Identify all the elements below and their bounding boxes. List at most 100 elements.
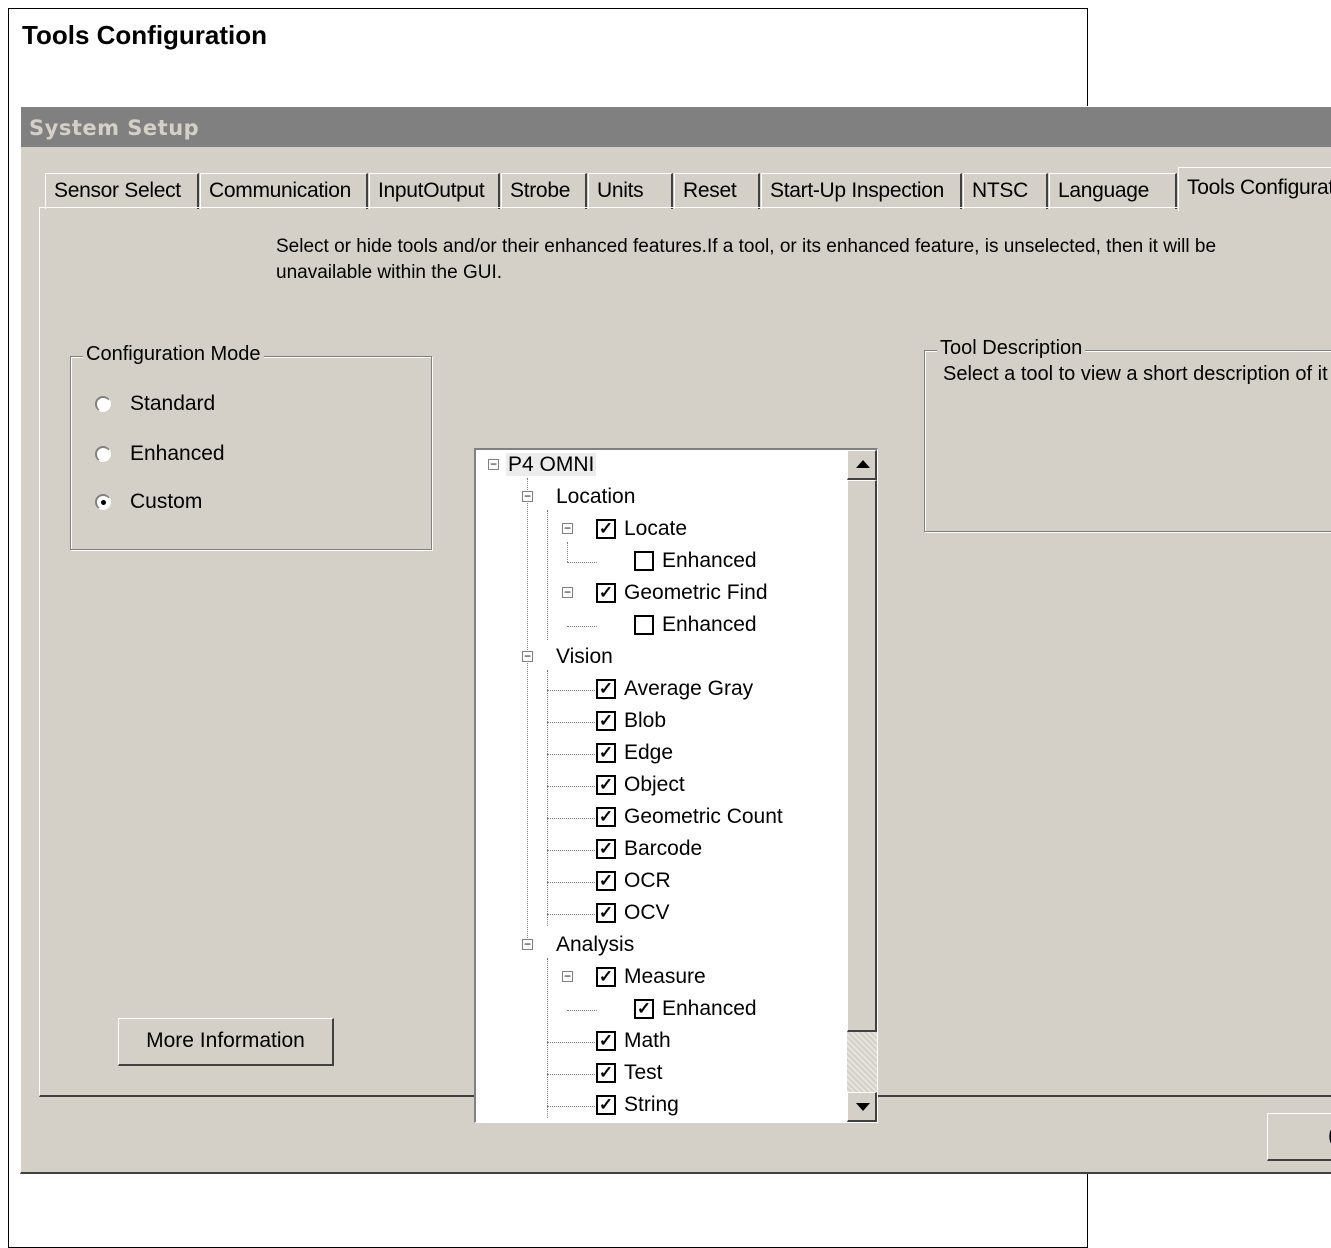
checkbox-ocv[interactable]: ✓ xyxy=(596,903,616,923)
checkbox-barcode[interactable]: ✓ xyxy=(596,839,616,859)
tree-node-analysis[interactable]: Analysis xyxy=(556,930,634,960)
checkbox-geometric-find-enhanced[interactable] xyxy=(634,615,654,635)
tree-node-vision[interactable]: Vision xyxy=(556,642,613,672)
tab-sensor-select[interactable]: Sensor Select xyxy=(45,173,199,209)
tab-inputoutput[interactable]: InputOutput xyxy=(369,173,500,209)
tree-scrollbar[interactable] xyxy=(847,450,877,1122)
checkbox-locate-enhanced[interactable] xyxy=(634,551,654,571)
tree-line xyxy=(547,1074,597,1075)
tab-ntsc[interactable]: NTSC xyxy=(963,173,1048,209)
arrow-down-icon xyxy=(856,1103,870,1111)
collapse-icon[interactable]: − xyxy=(562,522,573,534)
checkbox-object[interactable]: ✓ xyxy=(596,775,616,795)
tree-line xyxy=(547,1042,597,1043)
checkbox-measure[interactable]: ✓ xyxy=(596,967,616,987)
arrow-up-icon xyxy=(856,460,870,468)
tree-line xyxy=(547,670,548,926)
checkbox-geometric-find[interactable]: ✓ xyxy=(596,583,616,603)
tree-line xyxy=(547,786,597,787)
locate-label: Locate xyxy=(624,517,688,540)
scroll-down-button[interactable] xyxy=(847,1092,877,1122)
tools-config-panel: Select or hide tools and/or their enhanc… xyxy=(39,207,1331,1123)
tree-line xyxy=(547,818,597,819)
tree-line xyxy=(567,562,597,563)
tree-line xyxy=(547,850,597,851)
tab-strobe[interactable]: Strobe xyxy=(501,173,587,209)
geometric-count-label: Geometric Count xyxy=(624,805,783,828)
tree-line xyxy=(547,754,597,755)
collapse-icon[interactable]: − xyxy=(562,970,573,982)
document-title: Tools Configuration xyxy=(22,20,268,50)
checkbox-string[interactable]: ✓ xyxy=(596,1095,616,1115)
average-gray-label: Average Gray xyxy=(624,677,754,700)
ok-button[interactable]: ( xyxy=(1267,1113,1331,1161)
checkbox-measure-enhanced[interactable]: ✓ xyxy=(634,999,654,1019)
tool-description-text: Select a tool to view a short descriptio… xyxy=(943,363,1328,385)
tree-line xyxy=(567,542,568,562)
system-setup-dialog: System Setup Sensor Select Communication… xyxy=(20,106,1331,1174)
tree-line xyxy=(547,722,597,723)
ocr-label: OCR xyxy=(624,869,671,892)
locate-enhanced-label: Enhanced xyxy=(662,549,757,572)
tree-line xyxy=(567,1010,597,1011)
dialog-title: System Setup xyxy=(29,116,200,140)
tree-line xyxy=(527,478,528,946)
checkbox-test[interactable]: ✓ xyxy=(596,1063,616,1083)
tree-line xyxy=(547,914,597,915)
checkbox-geometric-count[interactable]: ✓ xyxy=(596,807,616,827)
checkbox-locate[interactable]: ✓ xyxy=(596,519,616,539)
test-label: Test xyxy=(624,1061,663,1084)
instructions-text: Select or hide tools and/or their enhanc… xyxy=(276,236,1217,283)
measure-enhanced-label: Enhanced xyxy=(662,997,757,1020)
tree-line xyxy=(547,882,597,883)
scroll-track[interactable] xyxy=(847,1032,877,1092)
collapse-icon[interactable]: − xyxy=(522,650,533,662)
object-label: Object xyxy=(624,773,685,796)
collapse-icon[interactable]: − xyxy=(488,458,499,470)
tree-root-p4-omni[interactable]: P4 OMNI xyxy=(506,450,597,480)
radio-standard-icon xyxy=(95,396,111,412)
barcode-label: Barcode xyxy=(624,837,703,860)
tool-description-group: Tool Description Select a tool to view a… xyxy=(924,337,1331,532)
collapse-icon[interactable]: − xyxy=(522,938,533,950)
radio-custom-selected-icon xyxy=(95,494,111,510)
checkbox-ocr[interactable]: ✓ xyxy=(596,871,616,891)
tree-line xyxy=(547,958,548,1118)
more-information-button[interactable]: More Information xyxy=(118,1018,334,1066)
geometric-find-label: Geometric Find xyxy=(624,581,768,604)
scroll-thumb[interactable] xyxy=(847,480,877,1032)
tree-line xyxy=(547,1106,597,1107)
checkbox-edge[interactable]: ✓ xyxy=(596,743,616,763)
radio-standard-label: Standard xyxy=(130,392,216,415)
tab-units[interactable]: Units xyxy=(588,173,673,209)
tools-tree[interactable]: − P4 OMNI − Location − ✓ Locate Enhanced… xyxy=(474,448,878,1123)
collapse-icon[interactable]: − xyxy=(522,490,533,502)
configuration-mode-group: Configuration Mode Standard Enhanced Cus… xyxy=(70,343,432,550)
checkbox-average-gray[interactable]: ✓ xyxy=(596,679,616,699)
collapse-icon[interactable]: − xyxy=(562,586,573,598)
tab-start-up-inspection[interactable]: Start-Up Inspection xyxy=(761,173,962,209)
checkbox-math[interactable]: ✓ xyxy=(596,1031,616,1051)
tab-language[interactable]: Language xyxy=(1049,173,1177,209)
string-label: String xyxy=(624,1093,679,1116)
tree-line xyxy=(547,690,597,691)
tab-tools-configuration[interactable]: Tools Configurat xyxy=(1178,167,1331,211)
ocv-label: OCV xyxy=(624,901,670,924)
checkbox-blob[interactable]: ✓ xyxy=(596,711,616,731)
radio-enhanced-label: Enhanced xyxy=(130,442,225,465)
radio-enhanced-icon xyxy=(95,446,111,462)
scroll-up-button[interactable] xyxy=(847,450,877,480)
tab-reset[interactable]: Reset xyxy=(674,173,760,209)
tab-communication[interactable]: Communication xyxy=(200,173,368,209)
measure-label: Measure xyxy=(624,965,706,988)
geometric-find-enhanced-label: Enhanced xyxy=(662,613,757,636)
math-label: Math xyxy=(624,1029,671,1052)
tree-node-location[interactable]: Location xyxy=(556,482,635,512)
tree-line xyxy=(547,510,548,640)
blob-label: Blob xyxy=(624,709,667,732)
edge-label: Edge xyxy=(624,741,674,764)
radio-custom-label: Custom xyxy=(130,490,203,513)
configuration-mode-label: Configuration Mode xyxy=(83,343,264,366)
dialog-titlebar[interactable]: System Setup xyxy=(21,107,1331,147)
tool-description-label: Tool Description xyxy=(937,337,1086,360)
